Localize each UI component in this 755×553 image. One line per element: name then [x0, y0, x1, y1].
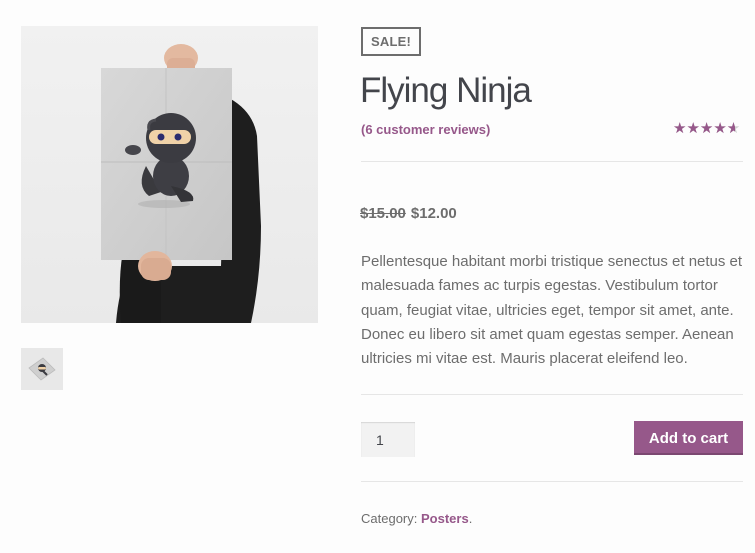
category-link-posters[interactable]: Posters [421, 511, 469, 526]
sale-price: $12.00 [410, 205, 457, 222]
product-title: Flying Ninja [360, 71, 532, 110]
category-label: Category: [361, 511, 418, 526]
product-short-description: Pellentesque habitant morbi tristique se… [361, 253, 743, 368]
star-icon: ★★★★★ [673, 120, 736, 137]
product-main-image[interactable] [21, 26, 318, 323]
product-meta: Category: Posters. [361, 511, 472, 526]
regular-price: $15.00 [360, 205, 406, 222]
divider [361, 481, 743, 482]
add-to-cart-button[interactable]: Add to cart [634, 421, 743, 455]
star-rating: ★★★★★ ★★★★★ [673, 120, 745, 138]
sale-badge: Sale! [361, 27, 421, 56]
quantity-input[interactable] [361, 422, 415, 457]
ninja-poster-thumbnail-icon [21, 348, 63, 390]
product-price: $15.00 $12.00 [360, 205, 457, 222]
ninja-poster-image [21, 26, 318, 323]
category-suffix: . [468, 511, 473, 526]
customer-reviews-link[interactable]: (6 customer reviews) [361, 122, 490, 137]
divider [361, 394, 743, 395]
product-thumbnail[interactable] [21, 348, 63, 390]
divider [361, 161, 743, 162]
